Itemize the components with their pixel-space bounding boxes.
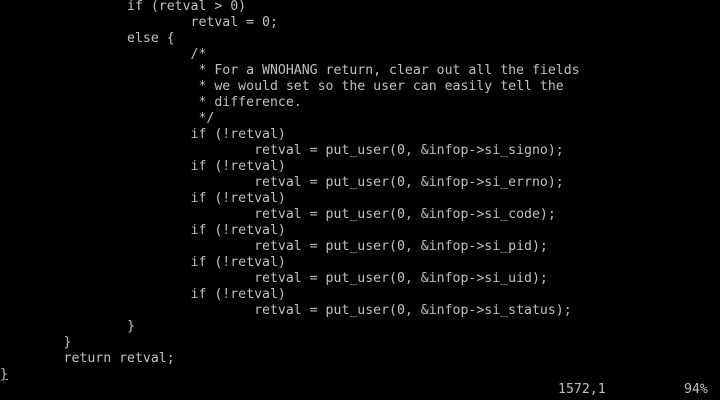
code-line: } <box>0 335 72 350</box>
cursor-position: 1572,1 <box>558 382 606 397</box>
code-line: if (!retval) <box>0 159 286 174</box>
code-line: else { <box>0 31 175 46</box>
status-bar: 1572,1 94% <box>0 382 720 398</box>
code-view[interactable]: if (retval > 0) retval = 0; else { /* * … <box>0 0 720 383</box>
code-line: return retval; <box>0 351 175 366</box>
code-line: } <box>0 319 135 334</box>
code-line: * we would set so the user can easily te… <box>0 79 564 94</box>
code-line: if (!retval) <box>0 255 286 270</box>
code-line: retval = 0; <box>0 15 278 30</box>
code-line: * For a WNOHANG return, clear out all th… <box>0 63 580 78</box>
cursor-line[interactable]: } <box>0 367 720 383</box>
scroll-percent: 94% <box>684 382 708 397</box>
code-line: * difference. <box>0 95 302 110</box>
code-line: if (!retval) <box>0 287 286 302</box>
code-line: */ <box>0 111 215 126</box>
code-line: retval = put_user(0, &infop->si_signo); <box>0 143 564 158</box>
code-line: retval = put_user(0, &infop->si_pid); <box>0 239 548 254</box>
code-line: retval = put_user(0, &infop->si_uid); <box>0 271 548 286</box>
code-line: /* <box>0 47 207 62</box>
code-line: if (!retval) <box>0 127 286 142</box>
terminal-window[interactable]: if (retval > 0) retval = 0; else { /* * … <box>0 0 720 400</box>
code-line: retval = put_user(0, &infop->si_errno); <box>0 175 564 190</box>
code-line: if (retval > 0) <box>0 0 247 14</box>
code-line: if (!retval) <box>0 223 286 238</box>
code-line: retval = put_user(0, &infop->si_status); <box>0 303 572 318</box>
code-line: if (!retval) <box>0 191 286 206</box>
code-line: retval = put_user(0, &infop->si_code); <box>0 207 556 222</box>
